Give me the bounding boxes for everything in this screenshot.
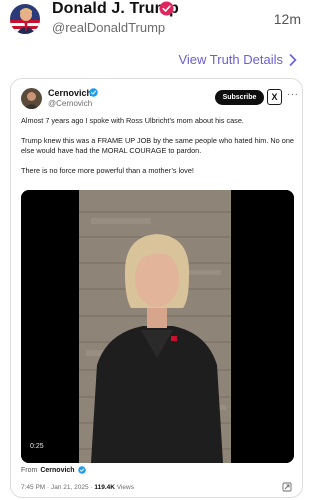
- tweet-paragraph: Almost 7 years ago I spoke with Ross Ulb…: [21, 116, 244, 125]
- from-attribution[interactable]: From Cernovich: [21, 466, 86, 474]
- embed-author-name[interactable]: Cernovich: [48, 88, 92, 98]
- video-frame: [21, 190, 294, 463]
- share-icon[interactable]: [282, 482, 292, 492]
- video-player[interactable]: 0:25: [21, 190, 294, 463]
- tweet-paragraph: Trump knew this was a FRAME UP JOB by th…: [21, 136, 294, 155]
- more-options-icon[interactable]: ···: [287, 89, 299, 100]
- embedded-post-card[interactable]: Cernovich @Cernovich Subscribe X ··· Alm…: [10, 78, 303, 498]
- verified-badge-icon: [159, 1, 174, 16]
- chevron-right-icon: [289, 53, 297, 66]
- video-duration: 0:25: [30, 443, 44, 450]
- view-truth-details-label: View Truth Details: [178, 52, 283, 67]
- subscribe-button[interactable]: Subscribe: [215, 90, 264, 105]
- embed-author-avatar[interactable]: [21, 88, 42, 109]
- from-prefix: From: [21, 466, 38, 474]
- post-timestamp: 12m: [273, 11, 301, 27]
- post-header: Donald J. Trump @realDonaldTrump 12m: [0, 0, 313, 42]
- embed-author-handle[interactable]: @Cernovich: [48, 99, 92, 108]
- post-meta: 7:45 PM · Jan 21, 2025 · 119.4K Views: [21, 484, 134, 491]
- views-label: Views: [114, 484, 134, 491]
- author-avatar[interactable]: [10, 4, 40, 34]
- x-logo-icon[interactable]: X: [267, 89, 282, 105]
- verified-badge-icon: [77, 466, 86, 474]
- tweet-paragraph: There is no force more powerful than a m…: [21, 166, 194, 175]
- post-date[interactable]: 7:45 PM · Jan 21, 2025 ·: [21, 484, 94, 491]
- views-count: 119.4K: [94, 484, 115, 491]
- tweet-body: Almost 7 years ago I spoke with Ross Ulb…: [21, 116, 297, 186]
- view-truth-details-link[interactable]: View Truth Details: [178, 52, 297, 67]
- verified-badge-icon: [89, 88, 98, 97]
- from-author-name[interactable]: Cernovich: [40, 467, 74, 474]
- author-handle[interactable]: @realDonaldTrump: [52, 20, 165, 35]
